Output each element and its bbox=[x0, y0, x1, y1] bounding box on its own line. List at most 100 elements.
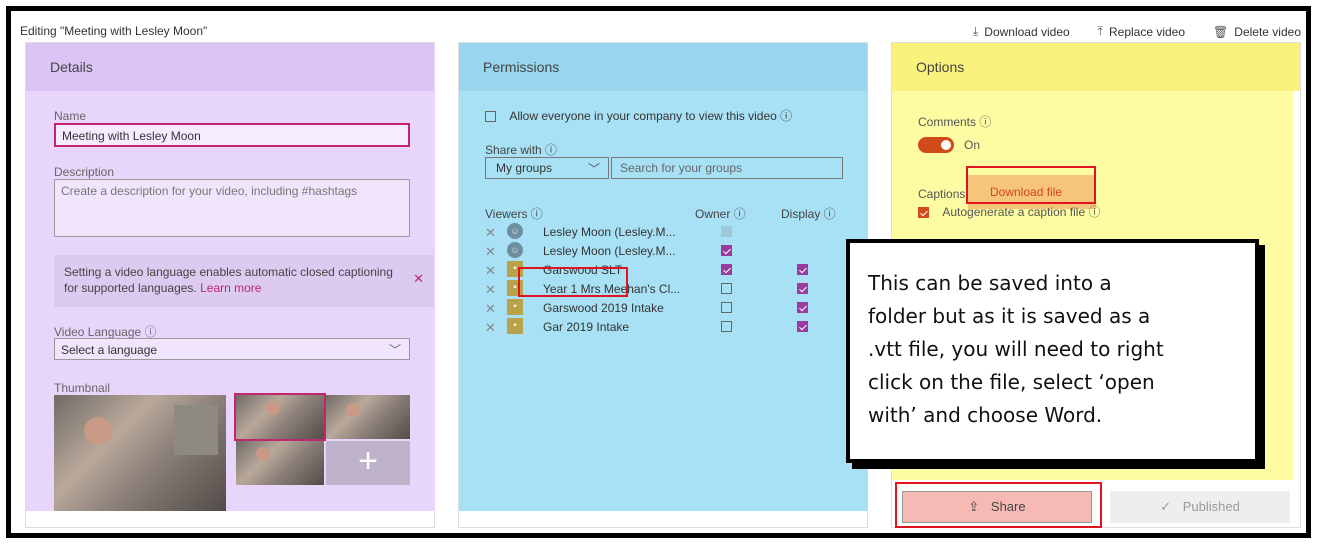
remove-viewer-icon[interactable]: ✕ bbox=[485, 244, 496, 260]
callout-line: This can be saved into a bbox=[868, 271, 1112, 295]
checkmark-icon: ✓ bbox=[1160, 499, 1172, 514]
download-file-link[interactable]: Download file bbox=[990, 185, 1062, 199]
permissions-panel: Permissions Allow everyone in your compa… bbox=[458, 42, 868, 528]
owner-checkbox[interactable] bbox=[721, 283, 732, 294]
checkbox[interactable] bbox=[485, 111, 496, 123]
share-label: Share bbox=[990, 499, 1026, 514]
viewer-row: ✕ ▪ Gar 2019 Intake bbox=[485, 318, 855, 338]
add-thumbnail-button[interactable]: + bbox=[326, 441, 410, 485]
details-header: Details bbox=[26, 43, 434, 91]
callout-line: folder but as it is saved as a bbox=[868, 304, 1151, 328]
autogenerate-checkbox[interactable]: Autogenerate a caption file ⓘ bbox=[918, 203, 1100, 220]
remove-viewer-icon[interactable]: ✕ bbox=[485, 301, 496, 317]
owner-checkbox[interactable] bbox=[721, 245, 732, 256]
allow-everyone-checkbox[interactable]: Allow everyone in your company to view t… bbox=[485, 107, 792, 124]
person-avatar-icon: ☺ bbox=[507, 242, 523, 258]
owner-checkbox[interactable] bbox=[721, 264, 732, 275]
callout-line: with’ and choose Word. bbox=[868, 403, 1103, 427]
thumbnail-face bbox=[266, 401, 280, 415]
download-icon: ⤓ bbox=[972, 24, 979, 38]
viewer-name: Gar 2019 Intake bbox=[543, 320, 630, 334]
remove-viewer-icon[interactable]: ✕ bbox=[485, 225, 496, 241]
viewers-column-header: Viewers ⓘ bbox=[485, 207, 543, 221]
chevron-down-icon: ﹀ bbox=[587, 162, 600, 176]
toolbar: ⤓ Download video ⤒ Replace video 🗑 Delete v… bbox=[973, 24, 1301, 39]
replace-video-button[interactable]: ⤒ Replace video bbox=[1098, 24, 1185, 39]
viewer-row: ✕ ☺ Lesley Moon (Lesley.M... bbox=[485, 242, 855, 262]
name-field[interactable]: Meeting with Lesley Moon bbox=[54, 123, 410, 147]
share-dropdown-value: My groups bbox=[496, 161, 553, 175]
share-button[interactable]: ⇪ Share bbox=[902, 491, 1092, 523]
owner-checkbox[interactable] bbox=[721, 321, 732, 332]
published-button[interactable]: ✓ Published bbox=[1110, 491, 1290, 523]
chevron-down-icon: ﹀ bbox=[388, 343, 401, 357]
description-label: Description bbox=[54, 165, 115, 179]
options-header: Options bbox=[892, 43, 1300, 91]
viewer-row: ✕ ▪ Year 1 Mrs Meehan's Cl... bbox=[485, 280, 855, 300]
group-lock-icon: ▪ bbox=[507, 261, 523, 277]
thumbnail-label: Thumbnail bbox=[54, 381, 111, 395]
viewer-name: Lesley Moon (Lesley.M... bbox=[543, 225, 676, 239]
published-label: Published bbox=[1182, 499, 1240, 514]
delete-video-button[interactable]: 🗑 Delete video bbox=[1213, 24, 1301, 39]
edit-title: Editing "Meeting with Lesley Moon" bbox=[20, 24, 208, 38]
owner-checkbox[interactable] bbox=[721, 302, 732, 313]
group-lock-icon: ▪ bbox=[507, 299, 523, 315]
thumbnail-option[interactable] bbox=[236, 441, 324, 485]
callout-line: .vtt file, you will need to right bbox=[868, 337, 1164, 361]
comments-toggle[interactable] bbox=[918, 137, 954, 153]
thumbnail-shelf bbox=[174, 405, 218, 455]
display-checkbox[interactable] bbox=[797, 264, 808, 275]
download-video-label: Download video bbox=[984, 24, 1070, 39]
callout-line: click on the file, select ‘open bbox=[868, 370, 1155, 394]
thumbnail-face bbox=[346, 403, 360, 417]
checkbox[interactable] bbox=[918, 207, 929, 219]
language-notice: Setting a video language enables automat… bbox=[54, 255, 434, 307]
thumbnail-face bbox=[84, 417, 112, 445]
language-select[interactable]: Select a language ﹀ bbox=[54, 338, 410, 360]
group-search-input[interactable]: Search for your groups bbox=[611, 157, 843, 179]
display-checkbox[interactable] bbox=[797, 321, 808, 332]
thumbnail-option-selected[interactable] bbox=[234, 393, 326, 441]
group-lock-icon: ▪ bbox=[507, 280, 523, 296]
owner-column-header: Owner ⓘ bbox=[695, 207, 746, 221]
name-label: Name bbox=[54, 109, 87, 123]
learn-more-link[interactable]: Learn more bbox=[200, 281, 261, 295]
viewer-row: ✕ ▪ Garswood SLT bbox=[485, 261, 855, 281]
viewer-name: Garswood 2019 Intake bbox=[543, 301, 664, 315]
description-field[interactable]: Create a description for your video, inc… bbox=[54, 179, 410, 237]
upload-icon: ⤒ bbox=[1097, 24, 1103, 38]
comments-state: On bbox=[964, 138, 981, 152]
owner-checkbox bbox=[721, 226, 732, 237]
autogenerate-label: Autogenerate a caption file ⓘ bbox=[942, 205, 1101, 219]
viewer-row: ✕ ▪ Garswood 2019 Intake bbox=[485, 299, 855, 319]
permissions-header: Permissions bbox=[459, 43, 867, 91]
instruction-callout: This can be saved into a folder but as i… bbox=[846, 239, 1259, 463]
viewer-name: Garswood SLT bbox=[543, 263, 623, 277]
display-column-header: Display ⓘ bbox=[781, 207, 836, 221]
comments-label: Comments ⓘ bbox=[918, 115, 992, 129]
share-with-label: Share with ⓘ bbox=[485, 143, 558, 157]
download-video-button[interactable]: ⤓ Download video bbox=[973, 24, 1070, 39]
viewer-row: ✕ ☺ Lesley Moon (Lesley.M... bbox=[485, 223, 855, 243]
share-icon: ⇪ bbox=[968, 499, 980, 514]
remove-viewer-icon[interactable]: ✕ bbox=[485, 263, 496, 279]
thumbnail-main[interactable] bbox=[54, 395, 226, 511]
share-dropdown[interactable]: My groups ﹀ bbox=[485, 157, 609, 179]
allow-everyone-label: Allow everyone in your company to view t… bbox=[509, 109, 793, 123]
thumbnail-face bbox=[256, 447, 270, 461]
viewer-name: Year 1 Mrs Meehan's Cl... bbox=[543, 282, 681, 296]
remove-viewer-icon[interactable]: ✕ bbox=[485, 320, 496, 336]
remove-viewer-icon[interactable]: ✕ bbox=[485, 282, 496, 298]
thumbnail-option[interactable] bbox=[326, 395, 410, 439]
person-avatar-icon: ☺ bbox=[507, 223, 523, 239]
captions-label-text: Captions bbox=[918, 187, 966, 201]
display-checkbox[interactable] bbox=[797, 283, 808, 294]
close-icon[interactable]: ✕ bbox=[413, 271, 424, 287]
viewer-name: Lesley Moon (Lesley.M... bbox=[543, 244, 676, 258]
delete-video-label: Delete video bbox=[1234, 24, 1301, 39]
language-value: Select a language bbox=[61, 343, 158, 357]
group-lock-icon: ▪ bbox=[507, 318, 523, 334]
details-panel: Details Name Meeting with Lesley Moon De… bbox=[25, 42, 435, 528]
display-checkbox[interactable] bbox=[797, 302, 808, 313]
